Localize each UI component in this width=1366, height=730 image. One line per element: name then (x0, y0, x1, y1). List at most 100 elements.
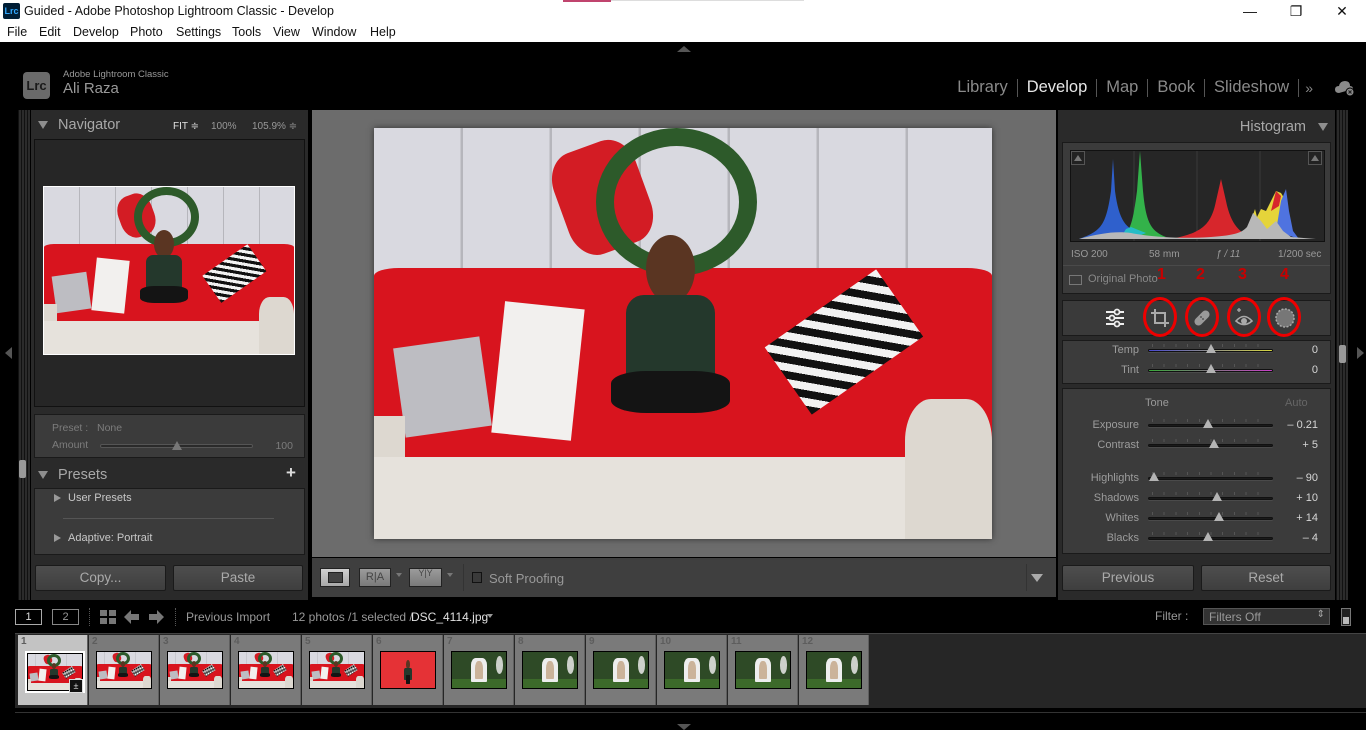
shadows-slider-thumb[interactable] (1211, 492, 1222, 501)
navigator-preview[interactable] (43, 186, 295, 355)
presets-header[interactable]: Presets (38, 467, 107, 483)
zoom-100[interactable]: 100% (211, 121, 237, 132)
filmstrip-scrollbar[interactable] (15, 712, 1366, 713)
main-photo[interactable] (374, 128, 992, 539)
highlight-clipping-indicator[interactable] (1308, 151, 1322, 165)
module-book[interactable]: Book (1148, 78, 1204, 97)
filmstrip-thumbnail[interactable]: 5 (302, 635, 372, 705)
selected-filename[interactable]: DSC_4114.jpg (411, 610, 488, 624)
original-photo-checkbox[interactable] (1069, 275, 1082, 285)
expand-triangle-icon[interactable] (54, 534, 61, 542)
highlights-value[interactable]: – 90 (1278, 472, 1318, 484)
loupe-view-button[interactable] (320, 568, 350, 587)
filmstrip-thumbnail[interactable]: 2 (89, 635, 159, 705)
filmstrip-thumbnail[interactable]: 3 (160, 635, 230, 705)
contrast-slider-thumb[interactable] (1208, 439, 1219, 448)
temp-slider-thumb[interactable] (1205, 344, 1216, 353)
filmstrip-thumbnail[interactable]: 11 (728, 635, 798, 705)
histogram-header[interactable]: Histogram (1240, 119, 1328, 135)
filmstrip-thumbnail[interactable]: 6 (373, 635, 443, 705)
menu-photo[interactable]: Photo (130, 25, 163, 39)
edit-sliders-icon[interactable] (1103, 306, 1127, 330)
amount-slider-thumb[interactable] (171, 441, 182, 450)
left-panel-scrollbar[interactable] (18, 110, 30, 600)
paste-button[interactable]: Paste (173, 565, 303, 591)
highlights-slider[interactable] (1148, 477, 1273, 480)
minimize-button[interactable]: — (1227, 0, 1273, 23)
filmstrip-thumbnail[interactable]: 9 (586, 635, 656, 705)
collapse-filmstrip-icon[interactable] (677, 724, 691, 730)
temp-value[interactable]: 0 (1278, 344, 1318, 356)
reset-button[interactable]: Reset (1201, 565, 1331, 591)
menu-window[interactable]: Window (312, 25, 356, 39)
navigator-header[interactable]: Navigator (38, 117, 120, 133)
collapse-right-panel-icon[interactable] (1357, 347, 1364, 359)
left-scroll-thumb[interactable] (19, 460, 26, 478)
filename-dropdown-icon[interactable] (487, 614, 493, 618)
preset-group-user[interactable]: User Presets (68, 492, 132, 504)
exposure-value[interactable]: – 0.21 (1278, 419, 1318, 431)
module-develop[interactable]: Develop (1018, 78, 1097, 97)
zoom-fit[interactable]: FIT ≑ (173, 121, 199, 132)
original-photo-label[interactable]: Original Photo (1088, 273, 1158, 285)
right-scroll-thumb[interactable] (1339, 345, 1346, 363)
soft-proofing-label[interactable]: Soft Proofing (489, 571, 564, 586)
menu-develop[interactable]: Develop (73, 25, 119, 39)
shadows-slider[interactable] (1148, 497, 1273, 500)
forward-arrow-icon[interactable] (148, 610, 164, 624)
menu-edit[interactable]: Edit (39, 25, 61, 39)
add-preset-icon[interactable]: + (286, 463, 296, 483)
menu-tools[interactable]: Tools (232, 25, 261, 39)
filmstrip-source[interactable]: Previous Import (186, 610, 270, 624)
menu-help[interactable]: Help (370, 25, 396, 39)
secondary-window-button[interactable]: 2 (52, 609, 79, 625)
filmstrip-thumbnail[interactable]: 4 (231, 635, 301, 705)
contrast-value[interactable]: + 5 (1278, 439, 1318, 451)
copy-button[interactable]: Copy... (35, 565, 166, 591)
menu-file[interactable]: File (7, 25, 27, 39)
whites-slider-thumb[interactable] (1214, 512, 1225, 521)
blacks-slider-thumb[interactable] (1203, 532, 1213, 541)
before-after-dropdown-icon[interactable] (396, 573, 402, 577)
zoom-custom[interactable]: 105.9% ≑ (252, 121, 297, 132)
filmstrip-thumbnail[interactable]: 1 ± (18, 635, 88, 705)
whites-slider[interactable] (1148, 517, 1273, 520)
histogram-graph[interactable] (1070, 150, 1325, 242)
more-modules-icon[interactable]: » (1299, 80, 1313, 96)
grid-view-icon[interactable] (100, 610, 116, 624)
filmstrip-thumbnail[interactable]: 7 (444, 635, 514, 705)
filmstrip-thumbnail[interactable]: 10 (657, 635, 727, 705)
toolbar-content-menu-icon[interactable] (1031, 574, 1043, 582)
module-slideshow[interactable]: Slideshow (1205, 78, 1298, 97)
before-after-button[interactable]: R|A (359, 568, 391, 587)
filter-lock-switch[interactable] (1341, 608, 1351, 626)
collapse-top-panel-icon[interactable] (677, 46, 691, 52)
previous-button[interactable]: Previous (1062, 565, 1194, 591)
menu-settings[interactable]: Settings (176, 25, 221, 39)
back-arrow-icon[interactable] (124, 610, 140, 624)
shadow-clipping-indicator[interactable] (1071, 151, 1085, 165)
blacks-value[interactable]: – 4 (1278, 532, 1318, 544)
tint-slider-thumb[interactable] (1205, 364, 1216, 373)
filter-dropdown[interactable]: Filters Off ⇕ (1203, 608, 1330, 625)
collapse-left-panel-icon[interactable] (5, 347, 12, 359)
cloud-sync-icon[interactable] (1334, 80, 1356, 96)
filmstrip-thumbnail[interactable]: 12 (799, 635, 869, 705)
expand-triangle-icon[interactable] (54, 494, 61, 502)
preset-group-adaptive-portrait[interactable]: Adaptive: Portrait (68, 532, 152, 544)
shadows-value[interactable]: + 10 (1278, 492, 1318, 504)
tint-value[interactable]: 0 (1278, 364, 1318, 376)
close-button[interactable]: ✕ (1319, 0, 1365, 23)
filmstrip-thumbnail[interactable]: 8 (515, 635, 585, 705)
split-dropdown-icon[interactable] (447, 573, 453, 577)
module-library[interactable]: Library (948, 78, 1016, 97)
restore-button[interactable]: ❐ (1273, 0, 1319, 23)
module-map[interactable]: Map (1097, 78, 1147, 97)
whites-value[interactable]: + 14 (1278, 512, 1318, 524)
highlights-slider-thumb[interactable] (1149, 472, 1160, 481)
exposure-slider-thumb[interactable] (1203, 419, 1213, 428)
before-after-split-button[interactable]: Y|Y (409, 568, 442, 587)
auto-tone-button[interactable]: Auto (1285, 397, 1308, 409)
menu-view[interactable]: View (273, 25, 300, 39)
soft-proofing-checkbox[interactable] (472, 572, 482, 583)
